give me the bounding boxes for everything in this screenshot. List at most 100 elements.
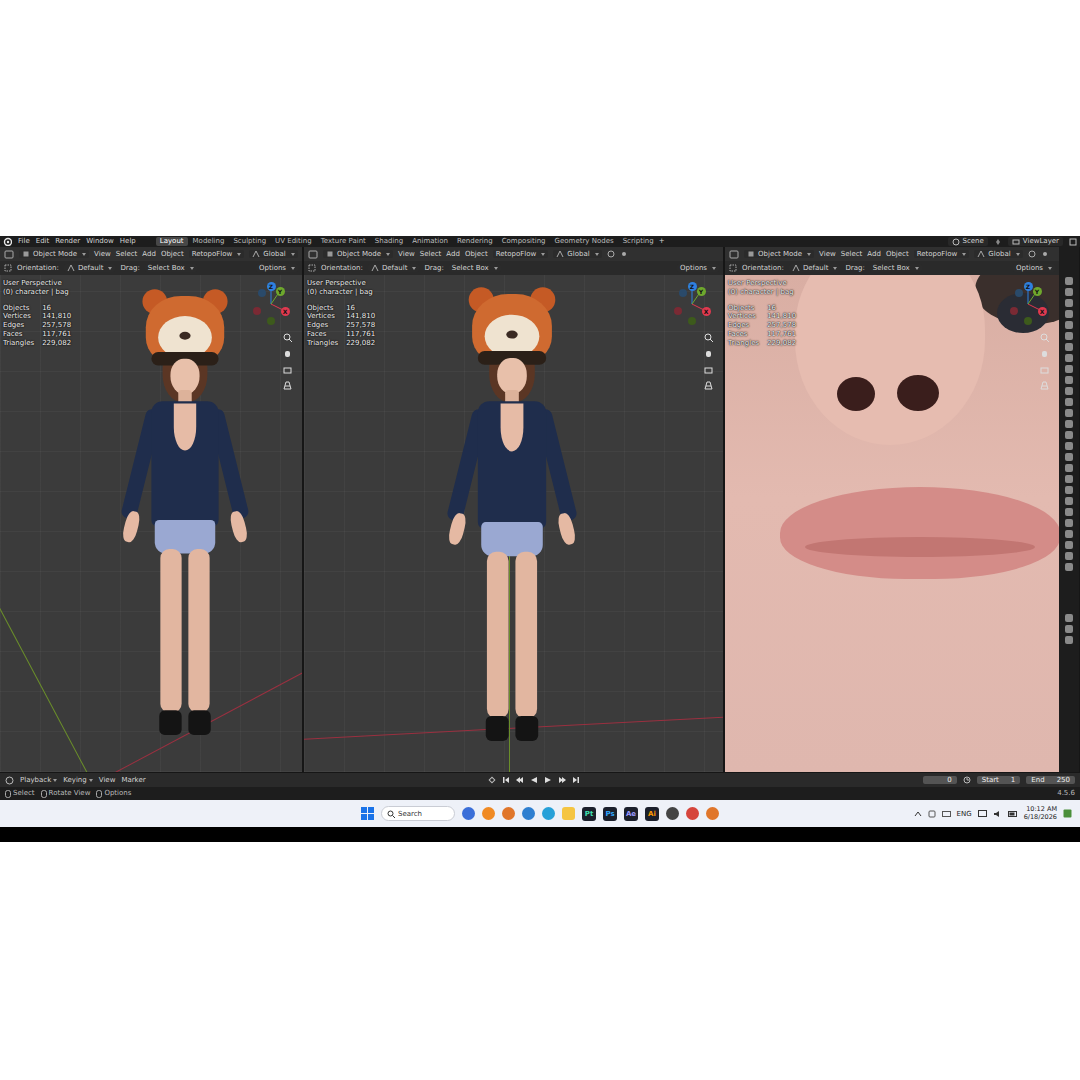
- properties-tab-icon[interactable]: [1065, 541, 1073, 549]
- properties-tab-icon[interactable]: [1065, 409, 1073, 417]
- properties-tab-icon[interactable]: [1065, 310, 1073, 318]
- reverse-play-icon[interactable]: [530, 776, 538, 784]
- viewport-menu-item[interactable]: Add: [867, 250, 881, 259]
- camera-view-icon[interactable]: [1040, 365, 1049, 374]
- properties-tab-icon[interactable]: [1065, 299, 1073, 307]
- mode-dropdown[interactable]: Object Mode: [323, 250, 393, 259]
- properties-tab-icon[interactable]: [1065, 614, 1073, 622]
- viewport[interactable]: User Perspective(0) character | bagObjec…: [0, 275, 302, 772]
- taskbar-search[interactable]: [381, 806, 455, 821]
- pan-hand-icon[interactable]: [1040, 349, 1049, 358]
- zoom-icon[interactable]: [283, 333, 292, 342]
- menu-item[interactable]: Help: [120, 237, 136, 246]
- timeline-menu[interactable]: View: [99, 776, 116, 785]
- viewport-menu-item[interactable]: Add: [142, 250, 156, 259]
- gizmo-axis-label[interactable]: X: [281, 307, 290, 316]
- properties-tab-icon[interactable]: [1065, 497, 1073, 505]
- taskbar-app-icon[interactable]: [666, 807, 679, 820]
- blender-logo-icon[interactable]: [3, 237, 12, 246]
- mode-dropdown[interactable]: Object Mode: [19, 250, 89, 259]
- properties-tab-icon[interactable]: [1065, 486, 1073, 494]
- scene-name[interactable]: Scene: [963, 237, 984, 246]
- properties-tab-icon[interactable]: [1065, 475, 1073, 483]
- battery-icon[interactable]: [1008, 810, 1018, 818]
- jump-start-icon[interactable]: [502, 776, 510, 784]
- workspace-tab[interactable]: Shading: [371, 237, 407, 246]
- viewport-menu-item[interactable]: View: [819, 250, 836, 259]
- taskbar-app-icon[interactable]: Pt: [582, 807, 596, 821]
- viewport-menu-item[interactable]: View: [94, 250, 111, 259]
- properties-tab-icon[interactable]: [1065, 464, 1073, 472]
- zoom-icon[interactable]: [1040, 333, 1049, 342]
- workspace-tab[interactable]: Geometry Nodes: [551, 237, 618, 246]
- camera-view-icon[interactable]: [283, 365, 292, 374]
- select-tool-icon[interactable]: [308, 264, 316, 272]
- addon-menu[interactable]: RetopoFlow: [914, 250, 970, 259]
- play-icon[interactable]: [544, 776, 552, 784]
- options-dropdown[interactable]: Options: [256, 264, 298, 273]
- file-explorer-icon[interactable]: [562, 807, 575, 820]
- viewport[interactable]: User Perspective(0) character | bagObjec…: [304, 275, 723, 772]
- menu-item[interactable]: Render: [55, 237, 80, 246]
- view-layer-name[interactable]: ViewLayer: [1023, 237, 1059, 246]
- keyframe-icon[interactable]: [488, 776, 496, 784]
- navigation-gizmo[interactable]: ZYX: [248, 281, 294, 327]
- select-tool-icon[interactable]: [4, 264, 12, 272]
- taskbar-app-icon[interactable]: [522, 807, 535, 820]
- properties-tab-icon[interactable]: [1065, 332, 1073, 340]
- addon-menu[interactable]: RetopoFlow: [493, 250, 549, 259]
- transform-orientation[interactable]: Global: [974, 250, 1022, 259]
- camera-view-icon[interactable]: [704, 365, 713, 374]
- properties-tab-icon[interactable]: [1065, 365, 1073, 373]
- pan-hand-icon[interactable]: [283, 349, 292, 358]
- options-dropdown[interactable]: Options: [1013, 264, 1055, 273]
- new-layer-icon[interactable]: [1069, 238, 1077, 246]
- taskbar-app-icon[interactable]: Ps: [603, 807, 617, 821]
- gizmo-axis-label[interactable]: Y: [1033, 287, 1042, 296]
- tray-app-icon[interactable]: [928, 810, 936, 818]
- gizmo-axis-label[interactable]: Y: [697, 287, 706, 296]
- proportional-icon[interactable]: [1041, 250, 1049, 258]
- next-key-icon[interactable]: [558, 776, 566, 784]
- view-layer-selector[interactable]: ViewLayer: [1008, 237, 1063, 246]
- taskbar-app-icon[interactable]: Ae: [624, 807, 638, 821]
- clock[interactable]: 10:12 AM6/18/2026: [1024, 806, 1057, 822]
- prev-key-icon[interactable]: [516, 776, 524, 784]
- end-frame-field[interactable]: End250: [1026, 776, 1075, 785]
- properties-tab-icon[interactable]: [1065, 508, 1073, 516]
- properties-tab-icon[interactable]: [1065, 552, 1073, 560]
- workspace-tab[interactable]: UV Editing: [271, 237, 316, 246]
- timeline-editor-icon[interactable]: [5, 776, 14, 785]
- navigation-gizmo[interactable]: ZYX: [1005, 281, 1051, 327]
- transform-orientation[interactable]: Global: [249, 250, 297, 259]
- workspace-tab[interactable]: Animation: [408, 237, 452, 246]
- network-icon[interactable]: [978, 810, 987, 818]
- add-workspace-button[interactable]: +: [659, 237, 665, 246]
- timeline-menu[interactable]: Keying: [63, 776, 93, 785]
- snap-icon[interactable]: [607, 250, 615, 258]
- menu-item[interactable]: Edit: [36, 237, 50, 246]
- search-input[interactable]: [398, 810, 449, 818]
- tray-overflow-icon[interactable]: [914, 810, 922, 818]
- proportional-icon[interactable]: [620, 250, 628, 258]
- properties-tab-icon[interactable]: [1065, 530, 1073, 538]
- properties-tab-icon[interactable]: [1065, 519, 1073, 527]
- workspace-tab[interactable]: Modeling: [189, 237, 229, 246]
- clock-icon[interactable]: [963, 776, 971, 784]
- viewport-menu-item[interactable]: View: [398, 250, 415, 259]
- menu-item[interactable]: Window: [86, 237, 114, 246]
- workspace-tab[interactable]: Texture Paint: [317, 237, 370, 246]
- viewport-menu-item[interactable]: Select: [841, 250, 863, 259]
- workspace-tab[interactable]: Rendering: [453, 237, 497, 246]
- orientation-dropdown[interactable]: Default: [368, 264, 420, 273]
- gizmo-axis-label[interactable]: X: [1038, 307, 1047, 316]
- workspace-tab[interactable]: Sculpting: [229, 237, 270, 246]
- properties-tab-icon[interactable]: [1065, 398, 1073, 406]
- speaker-icon[interactable]: [993, 810, 1002, 818]
- properties-tab-icon[interactable]: [1065, 442, 1073, 450]
- gizmo-axis-label[interactable]: Y: [276, 287, 285, 296]
- taskbar-app-icon[interactable]: [686, 807, 699, 820]
- select-tool-icon[interactable]: [729, 264, 737, 272]
- scene-selector[interactable]: Scene: [948, 237, 988, 246]
- snap-icon[interactable]: [1028, 250, 1036, 258]
